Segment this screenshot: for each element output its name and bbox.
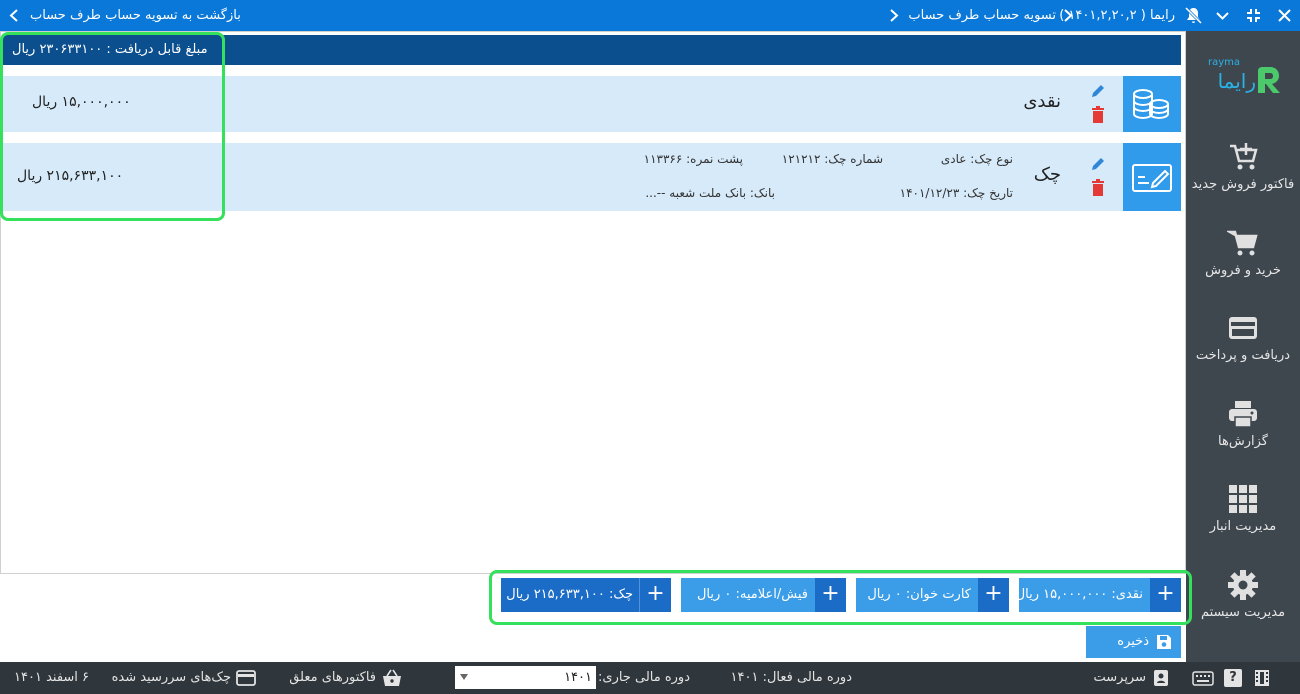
plus-icon: +	[639, 578, 671, 612]
sidebar-item-system-management[interactable]: مدیریت سیستم	[1186, 561, 1300, 641]
back-link[interactable]: بازگشت به تسویه حساب طرف حساب	[30, 0, 241, 31]
cart-plus-icon	[1227, 141, 1259, 173]
plus-icon: +	[1150, 578, 1181, 612]
printer-icon	[1227, 398, 1259, 430]
plus-icon: +	[978, 578, 1009, 612]
sidebar-item-label: خرید و فروش	[1205, 263, 1281, 278]
sidebar-item-purchase-sales[interactable]: خرید و فروش	[1186, 219, 1300, 299]
film-icon[interactable]	[1253, 669, 1271, 687]
delete-icon[interactable]	[1090, 106, 1106, 124]
restore-window-icon[interactable]	[1245, 7, 1262, 24]
active-fiscal-period: دوره مالی فعال: ۱۴۰۱	[730, 670, 852, 685]
receivable-amount-label: مبلغ قابل دریافت : ۲۳۰۶۳۳۱۰۰ ریال	[12, 42, 208, 57]
back-chevron-icon[interactable]	[8, 8, 20, 23]
title-bar: رایما ( ۱۴۰۱,۲,۲۰,۲ ) تسویه حساب طرف حسا…	[0, 0, 1300, 31]
sidebar-item-warehouse[interactable]: مدیریت انبار	[1186, 475, 1300, 555]
sidebar-item-label: گزارش‌ها	[1218, 434, 1268, 449]
current-period-label: دوره مالی جاری:	[598, 670, 690, 685]
card-icon[interactable]	[236, 670, 256, 686]
floppy-disk-icon	[1156, 634, 1172, 650]
check-total-label: چک: ۲۱۵,۶۳۳,۱۰۰ ریال	[506, 587, 633, 602]
payment-row-cash: نقدی ۱۵,۰۰۰,۰۰۰ ریال	[2, 76, 1181, 132]
plus-icon: +	[815, 578, 846, 612]
delete-icon[interactable]	[1090, 179, 1106, 197]
slip-total-label: فیش/اعلامیه: ۰ ریال	[696, 587, 808, 602]
edit-icon[interactable]	[1089, 82, 1107, 100]
dropdown-arrow-icon	[460, 674, 468, 680]
payment-amount: ۱۵,۰۰۰,۰۰۰ ریال	[32, 94, 131, 110]
help-icon[interactable]: ?	[1224, 669, 1242, 687]
sidebar: rayma رایما فاکتور فروش جدید خرید و فروش…	[1186, 31, 1300, 662]
sidebar-item-receipt-payment[interactable]: دریافت و پرداخت	[1186, 304, 1300, 384]
due-checks-link[interactable]: چک‌های سررسید شده	[112, 662, 231, 694]
card-total-label: کارت خوان: ۰ ریال	[867, 587, 971, 602]
add-card-reader-button[interactable]: + کارت خوان: ۰ ریال	[856, 578, 1009, 612]
edit-icon[interactable]	[1089, 155, 1107, 173]
payment-type-label: نقدی	[1023, 91, 1061, 112]
check-date: تاریخ چک: ۱۴۰۱/۱۲/۲۳	[899, 186, 1013, 200]
sidebar-item-reports[interactable]: گزارش‌ها	[1186, 390, 1300, 470]
sidebar-item-label: مدیریت سیستم	[1200, 605, 1286, 620]
check-kind: نوع چک: عادی	[940, 152, 1013, 166]
sidebar-item-new-sales-invoice[interactable]: فاکتور فروش جدید	[1186, 133, 1300, 213]
save-button-label: ذخیره	[1117, 634, 1149, 649]
check-number: شماره چک: ۱۲۱۲۱۲	[781, 152, 883, 166]
chevron-down-icon[interactable]	[1214, 7, 1231, 24]
add-slip-button[interactable]: + فیش/اعلامیه: ۰ ریال	[681, 578, 846, 612]
payment-row-check: چک نوع چک: عادی شماره چک: ۱۲۱۲۱۲ پشت نمر…	[2, 143, 1181, 211]
muted-bell-icon[interactable]	[1184, 6, 1203, 25]
current-period-value: ۱۴۰۱	[564, 670, 592, 685]
cart-icon	[1227, 227, 1259, 259]
coins-icon	[1123, 76, 1181, 132]
chevron-right-icon	[1062, 8, 1074, 23]
check-bank: بانک: بانک ملت شعبه --...	[645, 186, 775, 200]
add-cash-button[interactable]: + نقدی: ۱۵,۰۰۰,۰۰۰ ریال	[1015, 578, 1181, 612]
current-period-select[interactable]: ۱۴۰۱	[455, 666, 596, 689]
app-name: رایما ( ۱۴۰۱,۲,۲۰,۲ )	[1059, 8, 1175, 23]
payment-amount: ۲۱۵,۶۳۳,۱۰۰ ریال	[17, 168, 124, 184]
user-badge-icon	[1153, 669, 1169, 687]
gear-icon	[1227, 569, 1259, 601]
breadcrumb-current: تسویه حساب طرف حساب	[908, 8, 1056, 23]
receivable-amount-header: مبلغ قابل دریافت : ۲۳۰۶۳۳۱۰۰ ریال	[2, 35, 1181, 65]
check-sign-icon	[1123, 143, 1181, 211]
logo-latin-text: rayma	[1208, 57, 1241, 68]
check-serial: پشت نمره: ۱۱۳۳۶۶	[643, 152, 743, 166]
status-bar: ? سرپرست دوره مالی فعال: ۱۴۰۱ دوره مالی …	[0, 662, 1300, 694]
current-user: سرپرست	[1093, 670, 1146, 685]
credit-card-icon	[1227, 312, 1259, 344]
chevron-right-icon	[888, 8, 900, 23]
cash-total-label: نقدی: ۱۵,۰۰۰,۰۰۰ ریال	[1015, 587, 1143, 602]
grid-icon	[1227, 483, 1259, 515]
close-icon[interactable]	[1276, 7, 1293, 24]
sidebar-item-label: دریافت و پرداخت	[1195, 348, 1291, 363]
sidebar-item-label: فاکتور فروش جدید	[1191, 177, 1295, 192]
open-invoices-link[interactable]: فاکتورهای معلق	[289, 662, 376, 694]
current-date: ۶ اسفند ۱۴۰۱	[14, 670, 90, 685]
payment-type-label: چک	[1033, 164, 1061, 185]
logo-persian-text: رایما	[1217, 69, 1256, 93]
shopping-basket-icon[interactable]	[382, 668, 402, 688]
save-button[interactable]: ذخیره	[1086, 626, 1181, 658]
add-check-button[interactable]: + چک: ۲۱۵,۶۳۳,۱۰۰ ریال	[501, 578, 671, 612]
sidebar-item-label: مدیریت انبار	[1209, 519, 1277, 534]
keyboard-icon[interactable]	[1192, 671, 1214, 686]
rayma-logo: rayma رایما	[1204, 57, 1284, 101]
